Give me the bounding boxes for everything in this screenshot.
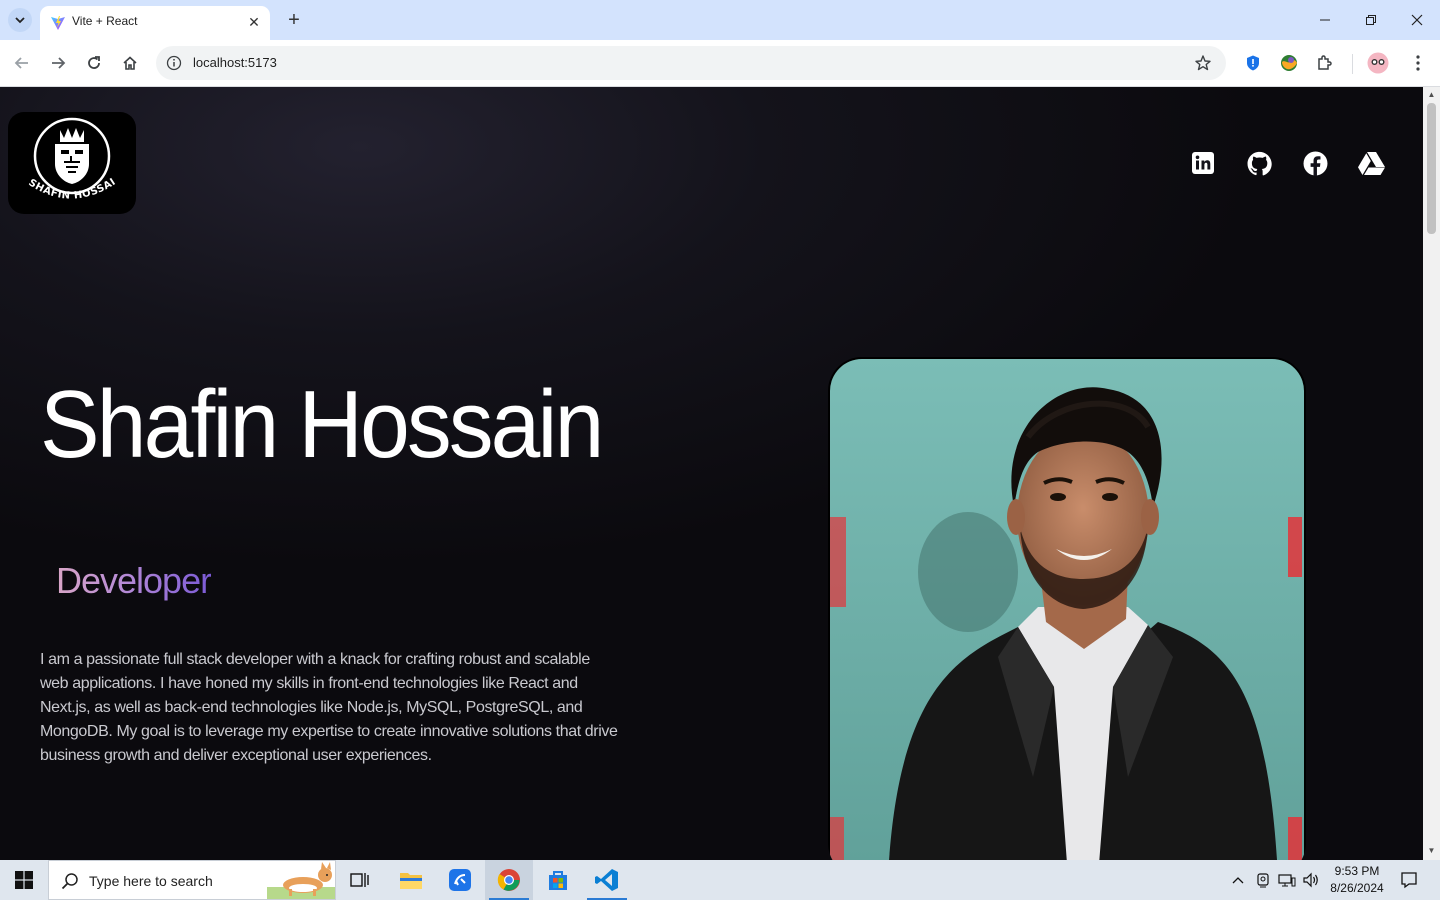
profile-avatar-icon bbox=[1367, 52, 1389, 74]
close-window-button[interactable] bbox=[1394, 0, 1440, 40]
browser-tab[interactable]: Vite + React ✕ bbox=[40, 6, 270, 40]
store-icon bbox=[549, 871, 567, 890]
profile-button[interactable] bbox=[1367, 52, 1389, 74]
extensions-button[interactable] bbox=[1314, 52, 1336, 74]
chevron-down-icon bbox=[15, 17, 25, 24]
profile-portrait bbox=[828, 357, 1306, 860]
file-explorer-icon bbox=[400, 873, 422, 889]
home-icon bbox=[123, 56, 137, 70]
facebook-link[interactable] bbox=[1302, 150, 1328, 176]
browser-toolbar: localhost:5173 bbox=[0, 40, 1440, 87]
url-text[interactable]: localhost:5173 bbox=[193, 55, 277, 70]
facebook-icon bbox=[1303, 151, 1327, 176]
logo-text: SHAFIN HOSSAIN bbox=[8, 112, 117, 202]
volume-tray-button[interactable] bbox=[1300, 860, 1322, 900]
shield-extension-button[interactable] bbox=[1242, 52, 1264, 74]
forward-button[interactable] bbox=[45, 50, 71, 76]
linkedin-icon bbox=[1192, 152, 1214, 174]
hero-bio: I am a passionate full stack developer w… bbox=[40, 651, 618, 764]
corgi-search-highlight-icon bbox=[267, 862, 335, 899]
google-drive-link[interactable] bbox=[1357, 150, 1385, 176]
vite-favicon bbox=[51, 16, 65, 30]
meet-now-tray-button[interactable] bbox=[1252, 860, 1274, 900]
minimize-icon bbox=[1320, 19, 1330, 21]
github-link[interactable] bbox=[1246, 150, 1272, 176]
scroll-up-arrow-icon[interactable]: ▲ bbox=[1427, 91, 1436, 99]
back-icon bbox=[14, 57, 28, 69]
tab-strip: Vite + React ✕ + bbox=[0, 0, 1440, 40]
tab-search-button[interactable] bbox=[8, 8, 32, 32]
linkedin-link[interactable] bbox=[1190, 150, 1216, 176]
site-info-icon[interactable] bbox=[166, 55, 182, 71]
page-scrollbar[interactable]: ▲ ▼ bbox=[1423, 87, 1440, 860]
reload-icon bbox=[88, 56, 100, 69]
minimize-button[interactable] bbox=[1302, 0, 1348, 40]
taskbar-clock[interactable]: 9:53 PM 8/26/2024 bbox=[1322, 863, 1392, 897]
home-button[interactable] bbox=[117, 50, 143, 76]
vscode-icon bbox=[595, 869, 618, 891]
restore-button[interactable] bbox=[1348, 0, 1394, 40]
scroll-thumb[interactable] bbox=[1427, 103, 1436, 234]
svg-text:SHAFIN HOSSAIN: SHAFIN HOSSAIN bbox=[8, 112, 118, 202]
taskbar-search-placeholder: Type here to search bbox=[89, 873, 213, 889]
start-button[interactable] bbox=[0, 860, 48, 900]
bookmark-star-icon[interactable] bbox=[1194, 54, 1212, 72]
shield-extension-icon bbox=[1247, 55, 1259, 71]
windows-taskbar: Type here to search 9:53 PM 8/26/2024 bbox=[0, 860, 1440, 900]
hero-name: Shafin Hossain bbox=[40, 371, 604, 478]
google-drive-icon bbox=[1357, 152, 1385, 175]
task-view-button[interactable] bbox=[336, 860, 384, 900]
tab-title: Vite + React bbox=[72, 14, 138, 28]
address-bar[interactable]: localhost:5173 bbox=[156, 46, 1226, 80]
device-tray-icon bbox=[1257, 873, 1269, 888]
puzzle-extensions-icon bbox=[1318, 55, 1332, 70]
toolbar-divider bbox=[1352, 54, 1353, 74]
notifications-button[interactable] bbox=[1394, 860, 1424, 900]
plus-icon: + bbox=[288, 8, 300, 31]
show-hidden-icons-button[interactable] bbox=[1228, 860, 1248, 900]
network-icon bbox=[1278, 874, 1296, 887]
vscode-button[interactable] bbox=[583, 860, 631, 900]
kebab-menu-icon bbox=[1416, 55, 1420, 71]
browser-menu-button[interactable] bbox=[1407, 52, 1429, 74]
back-button[interactable] bbox=[9, 50, 35, 76]
chrome-taskbar-button[interactable] bbox=[485, 860, 533, 900]
clock-date: 8/26/2024 bbox=[1330, 881, 1384, 895]
page-viewport: SHAFIN HOSSAIN Shafin Hossain Developer … bbox=[0, 87, 1423, 860]
scroll-down-arrow-icon[interactable]: ▼ bbox=[1427, 847, 1436, 855]
globe-extension-icon bbox=[1281, 55, 1297, 71]
taskbar-search-box[interactable]: Type here to search bbox=[48, 860, 336, 900]
close-window-icon bbox=[1411, 14, 1423, 26]
app-icon bbox=[449, 869, 471, 891]
forward-icon bbox=[52, 57, 66, 69]
speaker-icon bbox=[1303, 872, 1318, 888]
new-tab-button[interactable]: + bbox=[282, 8, 306, 32]
reload-button[interactable] bbox=[81, 50, 107, 76]
site-logo[interactable]: SHAFIN HOSSAIN bbox=[8, 112, 136, 214]
hero-role: Developer bbox=[56, 560, 212, 601]
chrome-icon bbox=[497, 869, 520, 891]
store-button[interactable] bbox=[534, 860, 582, 900]
search-icon bbox=[61, 873, 78, 890]
portrait-image bbox=[830, 359, 1304, 860]
file-explorer-button[interactable] bbox=[387, 860, 435, 900]
clock-time: 9:53 PM bbox=[1334, 864, 1380, 878]
task-view-icon bbox=[350, 873, 369, 887]
network-tray-button[interactable] bbox=[1276, 860, 1298, 900]
close-icon[interactable]: ✕ bbox=[244, 12, 264, 32]
github-icon bbox=[1247, 151, 1272, 175]
chevron-up-icon bbox=[1232, 877, 1244, 884]
taskbar-app-button[interactable] bbox=[436, 860, 484, 900]
restore-icon bbox=[1366, 15, 1376, 25]
windows-logo-icon bbox=[15, 871, 33, 889]
notification-icon bbox=[1401, 872, 1417, 889]
globe-extension-button[interactable] bbox=[1278, 52, 1300, 74]
